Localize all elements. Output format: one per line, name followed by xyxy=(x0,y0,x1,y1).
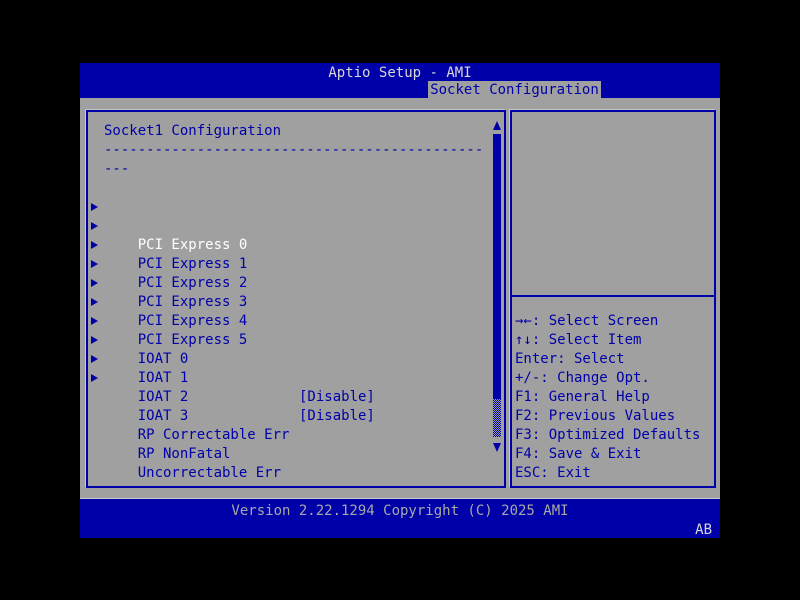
scrollbar[interactable] xyxy=(493,121,502,453)
help-line: ↑↓: Select Item xyxy=(515,331,714,350)
menu-item[interactable]: PCI Express 2 xyxy=(88,236,504,255)
scroll-up-icon[interactable] xyxy=(493,121,501,130)
menu-item[interactable]: RP NonFatal [Disable] xyxy=(88,407,504,426)
submenu-arrow-icon xyxy=(91,317,98,325)
submenu-arrow-icon xyxy=(91,336,98,344)
menu-item-label: Uncorrectable Err xyxy=(138,465,281,481)
separator-line: ----------------------------------------… xyxy=(88,141,504,160)
help-line: F2: Previous Values xyxy=(515,407,714,426)
menu-item-value: [Disable] xyxy=(299,407,375,426)
version-text: Version 2.22.1294 Copyright (C) 2025 AMI xyxy=(80,503,720,519)
menu-panel: Socket1 Configuration ------------------… xyxy=(86,110,506,488)
menu-item[interactable]: RP Correctable Err [Disable] xyxy=(88,388,504,407)
menu-item[interactable]: PCI Express 0 xyxy=(88,198,504,217)
separator-line: --- xyxy=(88,160,504,179)
menu-rows: Socket1 Configuration ------------------… xyxy=(88,112,504,486)
help-line: →←: Select Screen xyxy=(515,312,714,331)
menu-items: PCI Express 0 PCI Express 1 PCI Express … xyxy=(88,198,504,445)
title-bar: Aptio Setup - AMI xyxy=(80,63,720,98)
help-separator xyxy=(512,295,714,297)
menu-item[interactable]: IOAT 2 xyxy=(88,350,504,369)
tab-socket-configuration[interactable]: Socket Configuration xyxy=(428,81,601,99)
submenu-arrow-icon xyxy=(91,355,98,363)
submenu-arrow-icon xyxy=(91,203,98,211)
submenu-arrow-icon xyxy=(91,260,98,268)
scroll-down-icon[interactable] xyxy=(493,443,501,452)
page-title: Aptio Setup - AMI xyxy=(80,65,720,81)
bottom-black-strip xyxy=(80,538,720,540)
blank-row xyxy=(88,179,504,198)
submenu-arrow-icon xyxy=(91,298,98,306)
menu-item[interactable]: Uncorrectable Err xyxy=(88,426,504,445)
help-line: +/-: Change Opt. xyxy=(515,369,714,388)
menu-item[interactable]: IOAT 3 xyxy=(88,369,504,388)
footer-bar: Version 2.22.1294 Copyright (C) 2025 AMI… xyxy=(80,498,720,538)
submenu-arrow-icon xyxy=(91,374,98,382)
menu-item-label: RP NonFatal xyxy=(138,446,231,462)
bios-stage: Aptio Setup - AMI Socket Configuration S… xyxy=(0,0,800,600)
corner-code: AB xyxy=(695,522,712,538)
menu-item[interactable]: IOAT 1 xyxy=(88,331,504,350)
scrollbar-track[interactable] xyxy=(493,399,501,437)
submenu-arrow-icon xyxy=(91,241,98,249)
menu-item[interactable]: PCI Express 4 xyxy=(88,274,504,293)
help-key-list: →←: Select Screen↑↓: Select ItemEnter: S… xyxy=(515,312,714,483)
help-line: F4: Save & Exit xyxy=(515,445,714,464)
menu-item[interactable]: PCI Express 3 xyxy=(88,255,504,274)
bios-screen: Aptio Setup - AMI Socket Configuration S… xyxy=(80,60,720,540)
menu-item-value: [Disable] xyxy=(299,388,375,407)
help-line: ESC: Exit xyxy=(515,464,714,483)
menu-item[interactable]: PCI Express 1 xyxy=(88,217,504,236)
help-panel: →←: Select Screen↑↓: Select ItemEnter: S… xyxy=(510,110,716,488)
help-line: F1: General Help xyxy=(515,388,714,407)
scrollbar-thumb[interactable] xyxy=(493,134,501,399)
submenu-arrow-icon xyxy=(91,279,98,287)
submenu-arrow-icon xyxy=(91,222,98,230)
menu-item[interactable]: IOAT 0 xyxy=(88,312,504,331)
section-heading: Socket1 Configuration xyxy=(88,122,504,141)
menu-item[interactable]: PCI Express 5 xyxy=(88,293,504,312)
help-line: Enter: Select xyxy=(515,350,714,369)
help-line: F3: Optimized Defaults xyxy=(515,426,714,445)
